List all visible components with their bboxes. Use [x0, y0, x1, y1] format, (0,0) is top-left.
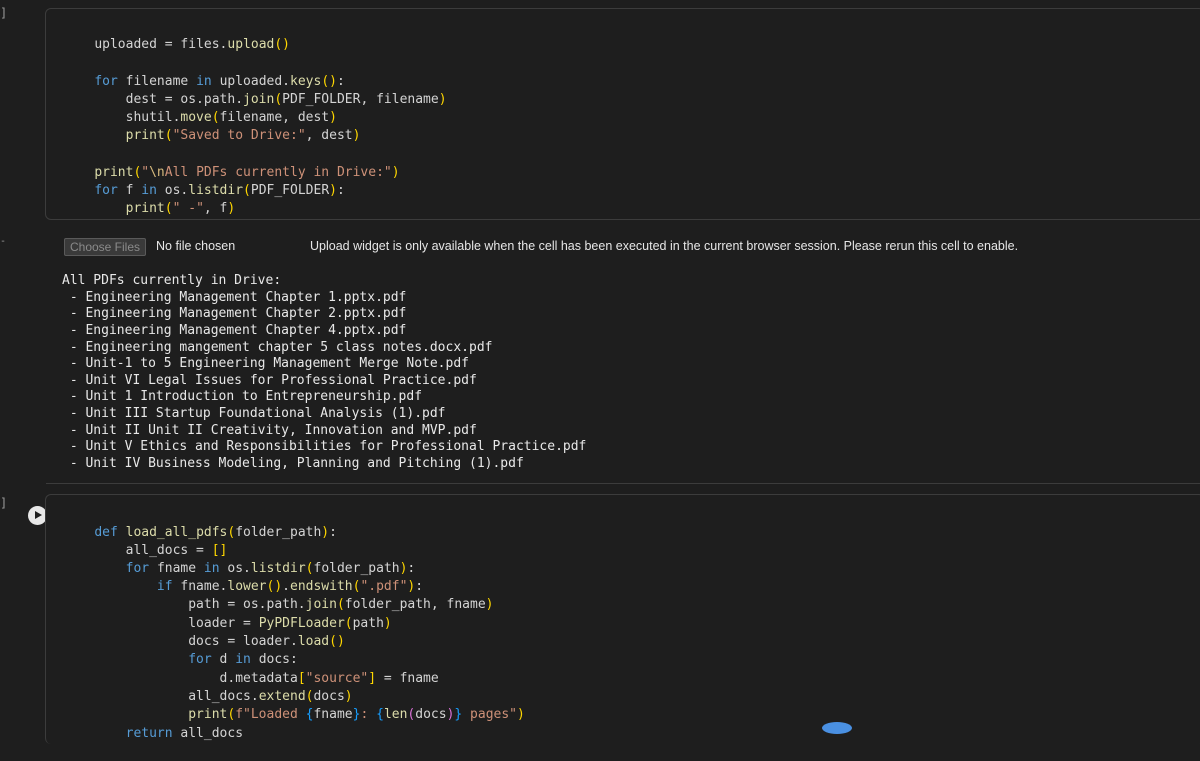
cell-bracket-mark-top: ]: [0, 6, 8, 20]
file-status-text: No file chosen: [156, 239, 236, 253]
output-line: - Unit V Ethics and Responsibilities for…: [62, 439, 587, 454]
code-line-8: for d in docs:: [94, 652, 298, 667]
output-line: - Engineering Management Chapter 4.pptx.…: [62, 323, 407, 338]
code-line-11: print(f"Loaded {fname}: {len(docs)} page…: [188, 707, 525, 722]
code-line-1: def load_all_pdfs(folder_path):: [94, 525, 337, 540]
upload-widget-message: Upload widget is only available when the…: [310, 239, 1019, 253]
output-line: - Unit-1 to 5 Engineering Management Mer…: [62, 356, 469, 371]
code-line-6: print("Saved to Drive:", dest): [125, 128, 361, 143]
code-cell-load-pdfs[interactable]: def load_all_pdfs(folder_path): all_docs…: [45, 494, 1200, 744]
code-line-6: loader = PyPDFLoader(path): [94, 616, 392, 631]
choose-files-button[interactable]: Choose Files: [64, 238, 146, 256]
output-line: All PDFs currently in Drive:: [62, 273, 282, 288]
code-line-7: docs = loader.load(): [94, 634, 345, 649]
code-line-9: d.metadata["source"] = fname: [94, 671, 439, 686]
output-line: - Engineering mangement chapter 5 class …: [62, 340, 493, 355]
output-line: - Engineering Management Chapter 2.pptx.…: [62, 306, 407, 321]
output-line: - Engineering Management Chapter 1.pptx.…: [62, 290, 407, 305]
cell-bracket-mark-bottom: ]: [0, 496, 8, 510]
code-line-5: path = os.path.join(folder_path, fname): [94, 597, 494, 612]
output-line: - Unit IV Business Modeling, Planning an…: [62, 456, 524, 471]
output-line: - Unit VI Legal Issues for Professional …: [62, 373, 477, 388]
code-line-4: dest = os.path.join(PDF_FOLDER, filename…: [94, 92, 447, 107]
code-line-3: for fname in os.listdir(folder_path):: [94, 561, 416, 576]
output-line: - Unit 1 Introduction to Entrepreneurshi…: [62, 389, 423, 404]
code-line-10: all_docs.extend(docs): [94, 689, 353, 704]
code-cell-upload[interactable]: uploaded = files.upload() for filename i…: [45, 8, 1200, 220]
code-line-1: uploaded = files.upload(): [94, 37, 291, 52]
code-line-3: for filename in uploaded.keys():: [94, 74, 345, 89]
floating-action-indicator[interactable]: [822, 722, 852, 734]
output-line: - Unit II Unit II Creativity, Innovation…: [62, 423, 477, 438]
code-line-12: return all_docs: [94, 726, 244, 741]
cell-output: Choose Files No file chosen Upload widge…: [46, 226, 1200, 484]
code-line-8: print("\nAll PDFs currently in Drive:"): [94, 165, 400, 180]
output-line: - Unit III Startup Foundational Analysis…: [62, 406, 446, 421]
code-line-5: shutil.move(filename, dest): [94, 110, 337, 125]
code-line-10: print(" -", f): [125, 201, 236, 216]
code-line-9: for f in os.listdir(PDF_FOLDER):: [94, 183, 345, 198]
code-line-2: all_docs = []: [94, 543, 228, 558]
code-line-4: if fname.lower().endswith(".pdf"):: [94, 579, 424, 594]
output-collapse-mark[interactable]: -: [0, 236, 6, 247]
